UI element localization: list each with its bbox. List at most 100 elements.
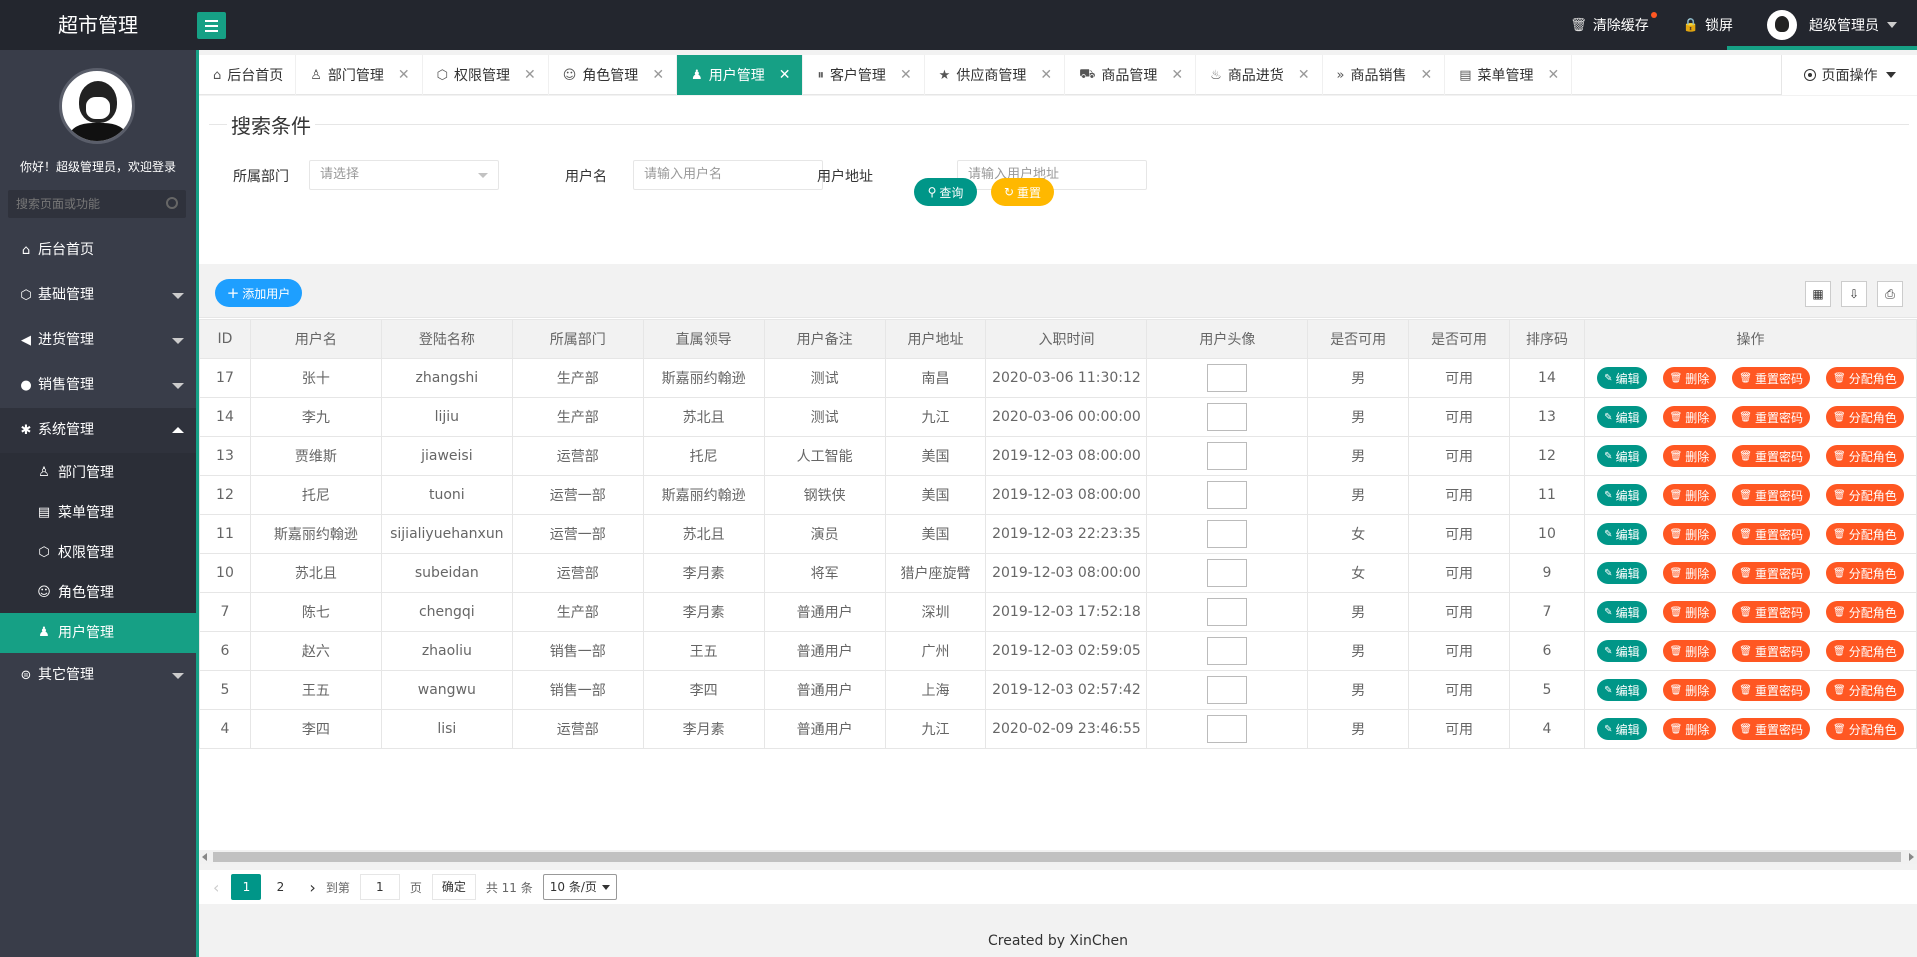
add-user-button[interactable]: + 添加用户 bbox=[215, 279, 302, 307]
assign-role-button[interactable]: 🗑 分配角色 bbox=[1826, 484, 1904, 506]
sidebar-item-purchase[interactable]: ◀ 进货管理 bbox=[0, 318, 196, 363]
tab-goods[interactable]: ⛟ 商品管理 ✕ bbox=[1065, 55, 1197, 95]
delete-button[interactable]: 🗑 删除 bbox=[1662, 562, 1717, 584]
assign-role-button[interactable]: 🗑 分配角色 bbox=[1826, 367, 1904, 389]
edit-button[interactable]: ✎ 编辑 bbox=[1597, 679, 1647, 701]
reset-password-button[interactable]: 🗑 重置密码 bbox=[1732, 523, 1811, 545]
scroll-right-icon[interactable] bbox=[1909, 853, 1914, 861]
scrollbar-thumb[interactable] bbox=[213, 852, 1901, 862]
col-header[interactable]: 是否可用 bbox=[1307, 319, 1410, 359]
close-icon[interactable]: ✕ bbox=[900, 67, 912, 83]
edit-button[interactable]: ✎ 编辑 bbox=[1597, 484, 1647, 506]
tab-menu[interactable]: ▤ 菜单管理 ✕ bbox=[1445, 55, 1573, 95]
sidebar-search-input[interactable]: 搜索页面或功能 bbox=[8, 190, 186, 218]
confirm-page-button[interactable]: 确定 bbox=[431, 874, 476, 900]
edit-button[interactable]: ✎ 编辑 bbox=[1597, 562, 1647, 584]
sidebar-item-system[interactable]: ✱ 系统管理 bbox=[0, 408, 196, 453]
close-icon[interactable]: ✕ bbox=[1548, 67, 1560, 83]
sidebar-item-other[interactable]: ⊜ 其它管理 bbox=[0, 653, 196, 698]
sidebar-item-menu[interactable]: ▤ 菜单管理 bbox=[0, 493, 196, 533]
print-icon[interactable]: ⎙ bbox=[1877, 281, 1903, 307]
horizontal-scrollbar[interactable] bbox=[199, 850, 1917, 864]
sidebar-item-sales[interactable]: ● 销售管理 bbox=[0, 363, 196, 408]
delete-button[interactable]: 🗑 删除 bbox=[1662, 367, 1717, 389]
delete-button[interactable]: 🗑 删除 bbox=[1662, 523, 1717, 545]
edit-button[interactable]: ✎ 编辑 bbox=[1597, 445, 1647, 467]
delete-button[interactable]: 🗑 删除 bbox=[1662, 679, 1717, 701]
columns-filter-icon[interactable]: ▦ bbox=[1805, 281, 1831, 307]
assign-role-button[interactable]: 🗑 分配角色 bbox=[1826, 445, 1904, 467]
edit-button[interactable]: ✎ 编辑 bbox=[1597, 406, 1647, 428]
page-2-button[interactable]: 2 bbox=[265, 874, 295, 900]
page-size-select[interactable]: 10 条/页 bbox=[542, 874, 617, 900]
close-icon[interactable]: ✕ bbox=[1298, 67, 1310, 83]
query-button[interactable]: ⚲ 查询 bbox=[914, 178, 977, 206]
reset-password-button[interactable]: 🗑 重置密码 bbox=[1732, 484, 1811, 506]
sidebar-item-basic[interactable]: ⬡ 基础管理 bbox=[0, 273, 196, 318]
next-page-icon[interactable]: › bbox=[309, 878, 315, 897]
assign-role-button[interactable]: 🗑 分配角色 bbox=[1826, 523, 1904, 545]
col-header[interactable]: 是否可用 bbox=[1408, 319, 1511, 359]
edit-button[interactable]: ✎ 编辑 bbox=[1597, 718, 1647, 740]
delete-button[interactable]: 🗑 删除 bbox=[1662, 601, 1717, 623]
sidebar-item-role[interactable]: ☺ 角色管理 bbox=[0, 573, 196, 613]
close-icon[interactable]: ✕ bbox=[1040, 67, 1052, 83]
close-icon[interactable]: ✕ bbox=[1171, 67, 1183, 83]
tab-user[interactable]: ♟ 用户管理 ✕ bbox=[677, 55, 804, 95]
tab-goods-sales[interactable]: » 商品销售 ✕ bbox=[1323, 55, 1446, 95]
col-header[interactable]: 用户备注 bbox=[763, 319, 886, 359]
page-ops-dropdown[interactable]: 页面操作 bbox=[1781, 55, 1917, 95]
col-header[interactable]: 用户头像 bbox=[1146, 319, 1309, 359]
assign-role-button[interactable]: 🗑 分配角色 bbox=[1826, 679, 1904, 701]
close-icon[interactable]: ✕ bbox=[1421, 67, 1433, 83]
col-header[interactable]: 直属领导 bbox=[642, 319, 765, 359]
reset-password-button[interactable]: 🗑 重置密码 bbox=[1732, 679, 1811, 701]
delete-button[interactable]: 🗑 删除 bbox=[1662, 718, 1717, 740]
assign-role-button[interactable]: 🗑 分配角色 bbox=[1826, 640, 1904, 662]
reset-button[interactable]: ↻ 重置 bbox=[991, 178, 1054, 206]
col-header[interactable]: 用户地址 bbox=[884, 319, 987, 359]
col-header[interactable]: 排序码 bbox=[1509, 319, 1585, 359]
user-menu[interactable]: 超级管理员 bbox=[1767, 10, 1897, 40]
assign-role-button[interactable]: 🗑 分配角色 bbox=[1826, 601, 1904, 623]
col-header[interactable]: 用户名 bbox=[249, 319, 382, 359]
lock-screen-button[interactable]: 🔒 锁屏 bbox=[1683, 15, 1733, 35]
page-1-button[interactable]: 1 bbox=[231, 874, 262, 900]
sidebar-item-user[interactable]: ♟ 用户管理 bbox=[0, 613, 196, 653]
delete-button[interactable]: 🗑 删除 bbox=[1662, 445, 1717, 467]
close-icon[interactable]: ✕ bbox=[652, 67, 664, 83]
assign-role-button[interactable]: 🗑 分配角色 bbox=[1826, 562, 1904, 584]
col-header[interactable]: ID bbox=[199, 319, 251, 359]
dept-select[interactable]: 请选择 bbox=[309, 160, 499, 190]
close-icon[interactable]: ✕ bbox=[398, 67, 410, 83]
col-header[interactable]: 登陆名称 bbox=[380, 319, 513, 359]
col-header[interactable]: 操作 bbox=[1583, 319, 1917, 359]
sidebar-item-dept[interactable]: ♙ 部门管理 bbox=[0, 453, 196, 493]
reset-password-button[interactable]: 🗑 重置密码 bbox=[1732, 718, 1811, 740]
delete-button[interactable]: 🗑 删除 bbox=[1662, 484, 1717, 506]
page-jump-input[interactable]: 1 bbox=[359, 874, 400, 900]
close-icon[interactable]: ✕ bbox=[524, 67, 536, 83]
scroll-left-icon[interactable] bbox=[202, 853, 207, 861]
tab-supplier[interactable]: ★ 供应商管理 ✕ bbox=[925, 55, 1066, 95]
reset-password-button[interactable]: 🗑 重置密码 bbox=[1732, 445, 1811, 467]
tab-permission[interactable]: ⬡ 权限管理 ✕ bbox=[423, 55, 549, 95]
edit-button[interactable]: ✎ 编辑 bbox=[1597, 367, 1647, 389]
close-icon[interactable]: ✕ bbox=[779, 67, 791, 83]
delete-button[interactable]: 🗑 删除 bbox=[1662, 640, 1717, 662]
reset-password-button[interactable]: 🗑 重置密码 bbox=[1732, 367, 1811, 389]
menu-toggle-button[interactable] bbox=[197, 12, 226, 39]
clear-cache-button[interactable]: 🗑 清除缓存 bbox=[1570, 12, 1657, 35]
tab-dept[interactable]: ♙ 部门管理 ✕ bbox=[296, 55, 423, 95]
col-header[interactable]: 入职时间 bbox=[985, 319, 1148, 359]
col-header[interactable]: 所属部门 bbox=[511, 319, 644, 359]
assign-role-button[interactable]: 🗑 分配角色 bbox=[1826, 718, 1904, 740]
reset-password-button[interactable]: 🗑 重置密码 bbox=[1732, 601, 1811, 623]
reset-password-button[interactable]: 🗑 重置密码 bbox=[1732, 406, 1811, 428]
prev-page-icon[interactable]: ‹ bbox=[213, 878, 219, 897]
sidebar-item-home[interactable]: ⌂ 后台首页 bbox=[0, 228, 196, 273]
sidebar-item-permission[interactable]: ⬡ 权限管理 bbox=[0, 533, 196, 573]
reset-password-button[interactable]: 🗑 重置密码 bbox=[1732, 562, 1811, 584]
edit-button[interactable]: ✎ 编辑 bbox=[1597, 523, 1647, 545]
export-icon[interactable]: ⇩ bbox=[1841, 281, 1867, 307]
